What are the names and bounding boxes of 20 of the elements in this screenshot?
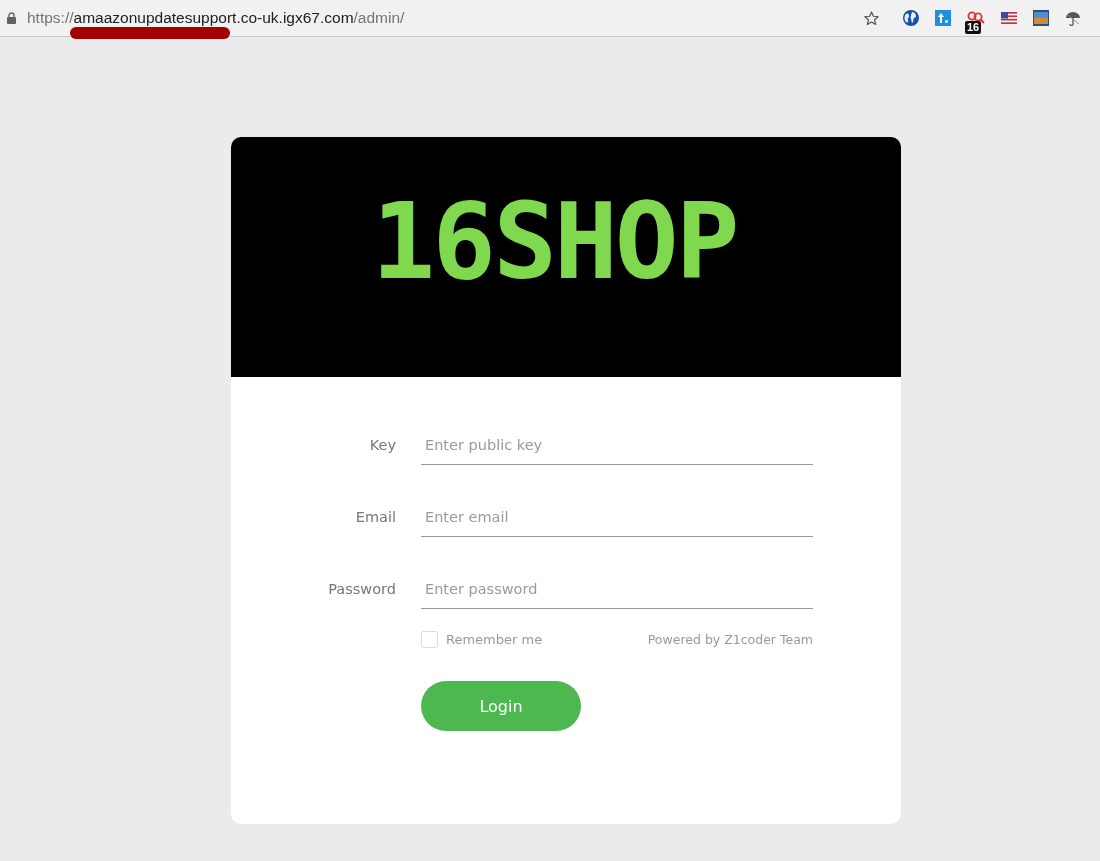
remember-me-label: Remember me: [446, 632, 543, 647]
rings-icon[interactable]: [967, 11, 985, 25]
input-field[interactable]: Enter public key: [421, 425, 813, 465]
notification-badge: 16: [965, 21, 982, 34]
bookmark-star-icon[interactable]: [864, 10, 879, 26]
umbrella-icon[interactable]: [1065, 10, 1081, 26]
input-field[interactable]: Enter password: [421, 569, 813, 609]
field-label: Email: [354, 509, 396, 525]
credit-text: Powered by Z1coder Team: [647, 632, 813, 647]
shop-logo: 16SHOP: [371, 189, 737, 295]
address-bar-url[interactable]: https://amaazonupdatesupport.co-uk.igx67.com/admin/: [27, 9, 405, 27]
field-label: Password: [327, 581, 396, 597]
remember-checkbox[interactable]: [421, 631, 438, 648]
lock-icon: [7, 12, 16, 24]
globe-icon[interactable]: [903, 10, 919, 26]
flag-icon[interactable]: [1001, 12, 1017, 24]
input-field[interactable]: Enter email: [421, 497, 813, 537]
field-label: Key: [368, 437, 396, 453]
arrow-tile-icon[interactable]: [935, 10, 951, 26]
picture-icon[interactable]: [1033, 10, 1049, 26]
